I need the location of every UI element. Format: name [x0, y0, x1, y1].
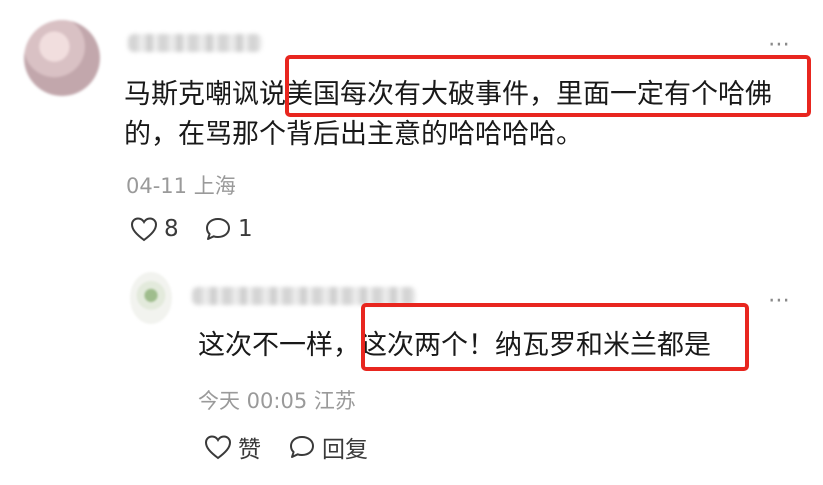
highlight-box-reply: [361, 303, 749, 371]
reply-time: 今天 00:05: [198, 389, 308, 413]
reply-like-button[interactable]: 赞: [204, 430, 261, 464]
reply-meta: 今天 00:05 江苏: [198, 385, 356, 415]
reply-more-options-icon[interactable]: ⋯: [768, 290, 791, 312]
reply-reply-label: 回复: [322, 437, 368, 463]
chat-bubble-icon: [290, 436, 314, 458]
reply-reply-button[interactable]: 回复: [288, 430, 368, 464]
heart-icon: [130, 217, 158, 242]
heart-icon: [204, 435, 232, 460]
like-button[interactable]: 8: [130, 216, 179, 242]
comment-location: 上海: [193, 174, 236, 198]
comment-meta: 04-11 上海: [126, 170, 236, 200]
comment-date: 04-11: [126, 174, 188, 198]
highlight-box-comment: [285, 55, 811, 117]
like-count: 8: [164, 216, 179, 242]
more-options-icon[interactable]: ⋯: [768, 34, 791, 56]
commenter-avatar[interactable]: [24, 20, 100, 96]
commenter-name-blurred[interactable]: [128, 34, 262, 52]
reply-count: 1: [238, 216, 253, 242]
replier-avatar[interactable]: [130, 272, 172, 324]
comment-text-line-2: 的，在骂那个背后出主意的哈哈哈哈。: [124, 119, 583, 150]
chat-bubble-icon: [206, 218, 230, 240]
reply-count-button[interactable]: 1: [204, 216, 253, 242]
reply-location: 江苏: [313, 389, 356, 413]
reply-like-label: 赞: [238, 437, 261, 463]
